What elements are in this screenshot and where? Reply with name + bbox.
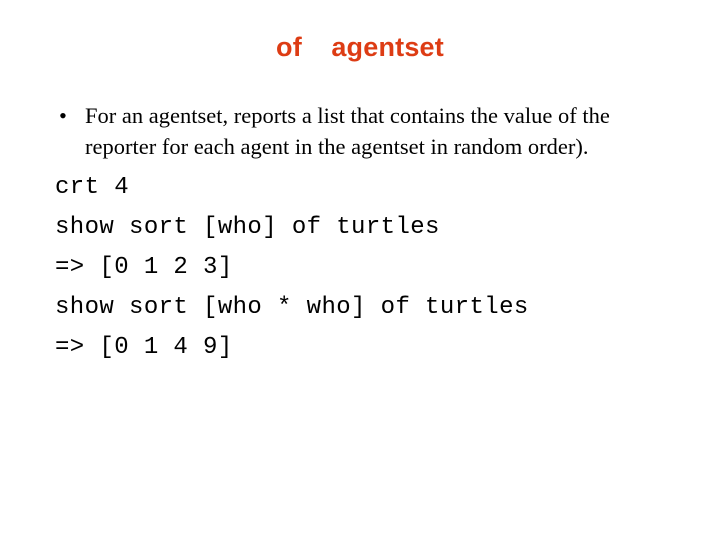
bullet-marker-icon: • (59, 103, 67, 128)
code-line: => [0 1 2 3] (55, 254, 233, 281)
slide-body: • For an agentset, reports a list that c… (0, 100, 720, 368)
bullet-text: For an agentset, reports a list that con… (85, 103, 610, 159)
bullet-list: • For an agentset, reports a list that c… (0, 100, 720, 162)
code-block: crt 4 show sort [who] of turtles => [0 1… (0, 168, 720, 368)
page-title: of agentset (276, 32, 444, 62)
code-line: => [0 1 4 9] (55, 334, 233, 361)
slide: of agentset • For an agentset, reports a… (0, 0, 720, 540)
code-line: show sort [who * who] of turtles (55, 294, 529, 321)
code-line: show sort [who] of turtles (55, 214, 440, 241)
code-line: crt 4 (55, 174, 130, 201)
list-item: • For an agentset, reports a list that c… (0, 100, 720, 162)
